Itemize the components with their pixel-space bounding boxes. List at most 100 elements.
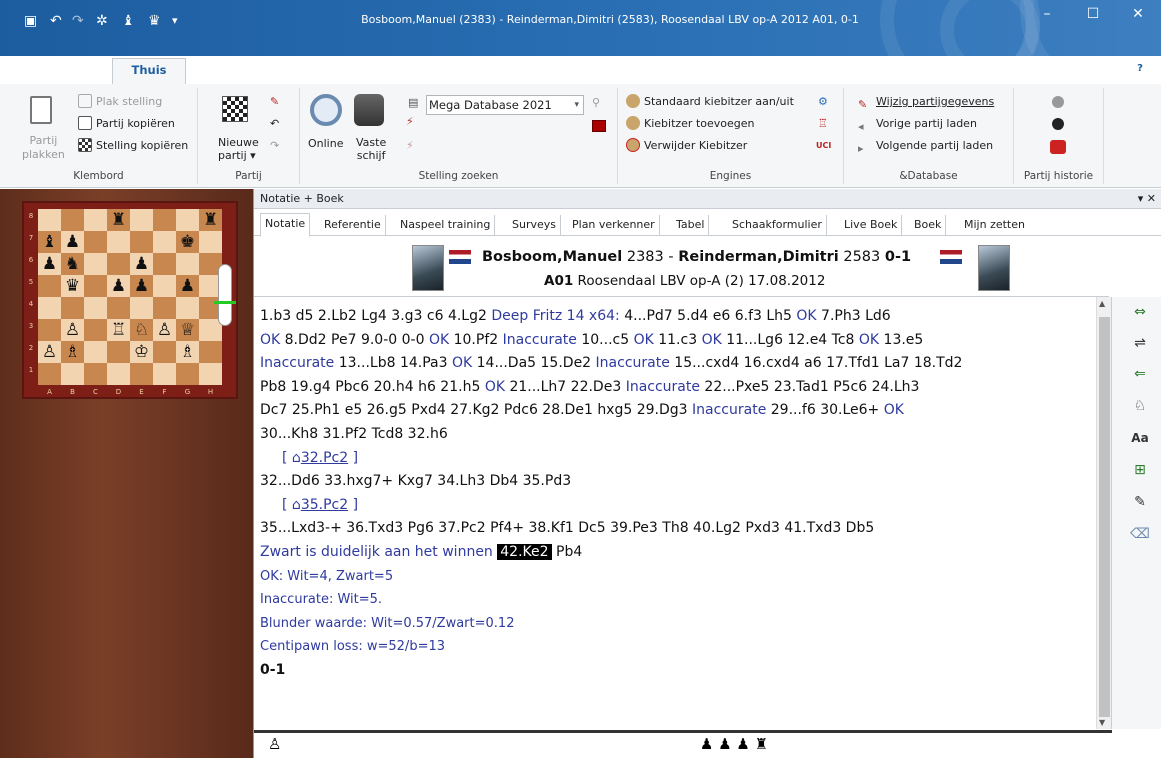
tab-mijn-zetten[interactable]: Mijn zetten xyxy=(960,215,1029,236)
board-square[interactable] xyxy=(130,297,153,319)
gear-icon[interactable]: ✲ xyxy=(96,12,108,30)
tab-notatie[interactable]: Notatie xyxy=(260,213,311,237)
history-back-icon[interactable] xyxy=(1052,96,1064,108)
add-kibitzer-button[interactable]: Kiebitzer toevoegen xyxy=(626,116,755,132)
board-square[interactable] xyxy=(153,363,176,385)
board-square[interactable] xyxy=(130,231,153,253)
board-square[interactable] xyxy=(176,209,199,231)
vertical-scrollbar[interactable]: ▲ ▼ xyxy=(1096,297,1111,729)
tab-invoegen[interactable]: Invoegen xyxy=(204,62,257,78)
current-move[interactable]: 42.Ke2 xyxy=(497,543,552,560)
chess-piece[interactable]: ♜ xyxy=(199,209,222,231)
close-button[interactable]: ✕ xyxy=(1115,0,1161,30)
tab-plan-verkenner[interactable]: Plan verkenner xyxy=(568,215,660,236)
font-icon[interactable]: Aa xyxy=(1129,427,1151,449)
edit-icon[interactable]: ✎ xyxy=(270,94,279,110)
board-square[interactable] xyxy=(199,231,222,253)
engine-add-icon[interactable]: ♖ xyxy=(818,116,828,132)
board-square[interactable] xyxy=(84,275,107,297)
forward-icon[interactable]: ⇐ xyxy=(1129,363,1151,385)
board-square[interactable] xyxy=(107,253,130,275)
undo-move-icon[interactable]: ↶ xyxy=(270,116,279,132)
tab-rapport[interactable]: Rapport xyxy=(355,62,401,78)
chess-piece[interactable]: ♙ xyxy=(38,341,61,363)
chess-piece[interactable]: ♜ xyxy=(107,209,130,231)
chess-piece[interactable]: ♟ xyxy=(176,275,199,297)
next-game-button[interactable]: ▸ Volgende partij laden xyxy=(858,138,993,155)
new-game-button[interactable]: Nieuwe partij ▾ xyxy=(218,136,259,162)
flag-icon[interactable] xyxy=(592,120,606,132)
tab-vensters[interactable]: Vensters xyxy=(599,62,649,78)
online-button[interactable]: Online xyxy=(308,136,343,152)
board-square[interactable] xyxy=(84,253,107,275)
board-square[interactable] xyxy=(107,341,130,363)
board-square[interactable] xyxy=(38,363,61,385)
help-icon[interactable]: ? xyxy=(1133,62,1147,76)
board-square[interactable] xyxy=(176,253,199,275)
dropdown-icon[interactable]: ▾ xyxy=(172,12,178,30)
redo-move-icon[interactable]: ↷ xyxy=(270,138,279,154)
board-square[interactable] xyxy=(61,297,84,319)
scroll-down-icon[interactable]: ▼ xyxy=(1099,718,1105,727)
history-icon[interactable] xyxy=(1050,140,1066,154)
board-square[interactable] xyxy=(153,209,176,231)
undo-icon[interactable]: ↶ xyxy=(50,12,62,30)
board-square[interactable] xyxy=(176,297,199,319)
chess-piece[interactable]: ♙ xyxy=(61,319,84,341)
tab-bestand[interactable]: Bestand xyxy=(40,62,93,78)
database-select[interactable]: Mega Database 2021 ▾ xyxy=(426,95,584,115)
board-square[interactable] xyxy=(84,209,107,231)
board-square[interactable] xyxy=(61,363,84,385)
tab-referentie[interactable]: Referentie xyxy=(320,215,386,236)
tab-naspeel-training[interactable]: Naspeel training xyxy=(396,215,496,236)
tab-live-boek[interactable]: Live Boek xyxy=(840,215,903,236)
piece-icon[interactable]: ♝ xyxy=(122,12,135,30)
pen-icon[interactable]: ✎ xyxy=(1129,491,1151,513)
board-square[interactable] xyxy=(199,363,222,385)
paste-position-button[interactable]: Plak stelling xyxy=(78,94,162,110)
chess-piece[interactable]: ♟ xyxy=(38,253,61,275)
search-tool-icon[interactable]: ⚡ xyxy=(406,114,414,130)
board-square[interactable] xyxy=(130,363,153,385)
board-square[interactable] xyxy=(153,231,176,253)
uci-icon[interactable]: UCI xyxy=(816,138,831,154)
tab-tabel[interactable]: Tabel xyxy=(672,215,710,236)
tab-training[interactable]: Training xyxy=(515,62,560,78)
maximize-button[interactable]: ☐ xyxy=(1070,0,1116,30)
history-forward-icon[interactable] xyxy=(1052,118,1064,130)
redo-icon[interactable]: ↷ xyxy=(72,12,84,30)
chess-piece[interactable]: ♗ xyxy=(176,341,199,363)
chess-piece[interactable]: ♙ xyxy=(153,319,176,341)
scroll-up-icon[interactable]: ▲ xyxy=(1099,299,1105,308)
board-square[interactable] xyxy=(153,253,176,275)
chess-piece[interactable]: ♞ xyxy=(61,253,84,275)
board-square[interactable] xyxy=(130,209,153,231)
chess-piece[interactable]: ♗ xyxy=(61,341,84,363)
chess-piece[interactable]: ♘ xyxy=(130,319,153,341)
board-square[interactable] xyxy=(38,209,61,231)
save-icon[interactable]: ▣ xyxy=(24,12,37,30)
edit-game-data-button[interactable]: ✎ Wijzig partijgegevens xyxy=(858,94,994,111)
piece-icon[interactable]: ♘ xyxy=(1129,395,1151,417)
board-square[interactable] xyxy=(107,231,130,253)
board-square[interactable] xyxy=(84,297,107,319)
board-square[interactable] xyxy=(61,209,84,231)
chess-piece[interactable]: ♔ xyxy=(130,341,153,363)
board-square[interactable] xyxy=(153,275,176,297)
tab-bord[interactable]: Bord xyxy=(293,62,320,78)
eraser-icon[interactable]: ⌫ xyxy=(1129,523,1151,545)
board-square[interactable] xyxy=(176,363,199,385)
chess-piece[interactable]: ♕ xyxy=(176,319,199,341)
tab-schaakformulier[interactable]: Schaakformulier xyxy=(728,215,827,236)
tab-surveys[interactable]: Surveys xyxy=(508,215,561,236)
board-square[interactable] xyxy=(38,275,61,297)
copy-game-button[interactable]: Partij kopiëren xyxy=(78,116,175,132)
board-square[interactable] xyxy=(84,363,107,385)
chess-piece[interactable]: ♛ xyxy=(61,275,84,297)
variation-line[interactable]: [ ⌂32.Pc2 ] xyxy=(260,447,1096,471)
chess-piece[interactable]: ♚ xyxy=(176,231,199,253)
search-tool-icon-2[interactable]: ⚡ xyxy=(406,138,414,154)
chess-piece[interactable]: ♟ xyxy=(130,253,153,275)
scrollbar-thumb[interactable] xyxy=(1099,317,1110,717)
engine-settings-icon[interactable]: ⚙ xyxy=(818,94,828,110)
